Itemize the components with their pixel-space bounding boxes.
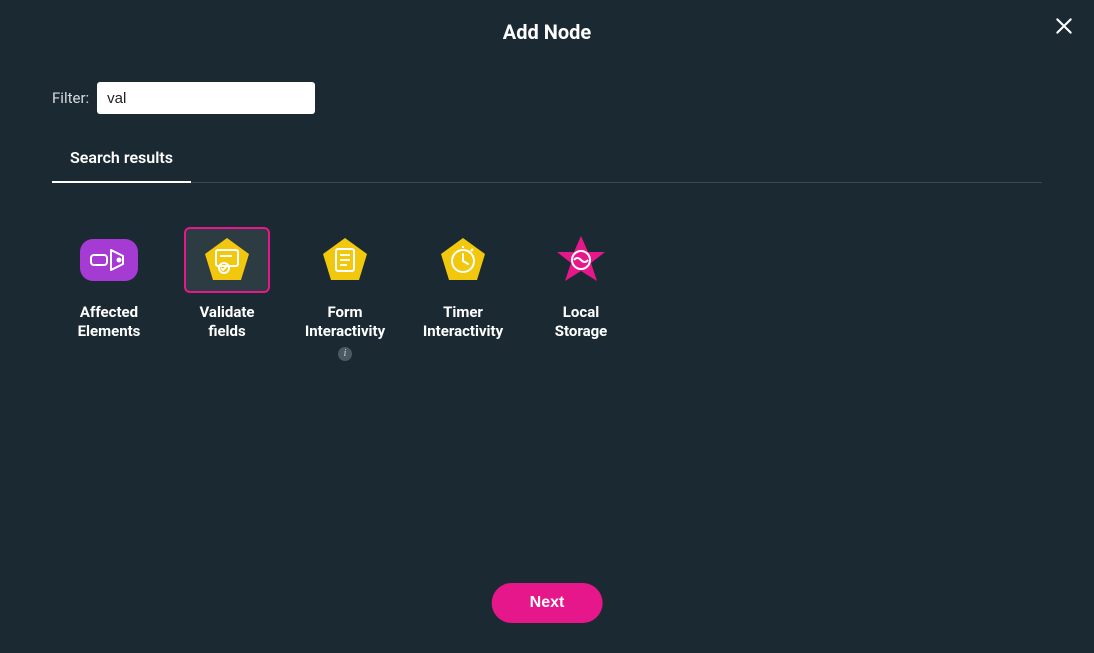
info-icon[interactable]: i <box>338 347 352 361</box>
filter-label: Filter: <box>52 89 89 107</box>
close-button[interactable] <box>1050 12 1078 40</box>
node-icon-box <box>66 227 152 293</box>
node-timer-interactivity[interactable]: Timer Interactivity <box>418 227 508 361</box>
node-label: Affected Elements <box>64 303 154 341</box>
node-icon-box <box>184 227 270 293</box>
local-storage-icon <box>554 234 608 286</box>
validate-fields-icon <box>202 236 252 284</box>
nodes-grid: Affected Elements Validate fields <box>64 227 1094 361</box>
node-icon-box <box>420 227 506 293</box>
form-interactivity-icon <box>320 236 370 284</box>
tab-search-results[interactable]: Search results <box>52 148 191 183</box>
node-label: Form Interactivity <box>300 303 390 341</box>
timer-interactivity-icon <box>438 236 488 284</box>
node-affected-elements[interactable]: Affected Elements <box>64 227 154 361</box>
node-form-interactivity[interactable]: Form Interactivity i <box>300 227 390 361</box>
node-label: Validate fields <box>182 303 272 341</box>
close-icon <box>1054 16 1074 36</box>
affected-elements-icon <box>80 239 138 281</box>
tabs: Search results <box>52 148 1042 183</box>
node-icon-box <box>302 227 388 293</box>
node-validate-fields[interactable]: Validate fields <box>182 227 272 361</box>
node-label: Timer Interactivity <box>418 303 508 341</box>
filter-input[interactable] <box>97 82 315 114</box>
node-local-storage[interactable]: Local Storage <box>536 227 626 361</box>
next-button[interactable]: Next <box>492 583 603 623</box>
node-label: Local Storage <box>536 303 626 341</box>
modal-title: Add Node <box>0 20 1094 44</box>
node-icon-box <box>538 227 624 293</box>
